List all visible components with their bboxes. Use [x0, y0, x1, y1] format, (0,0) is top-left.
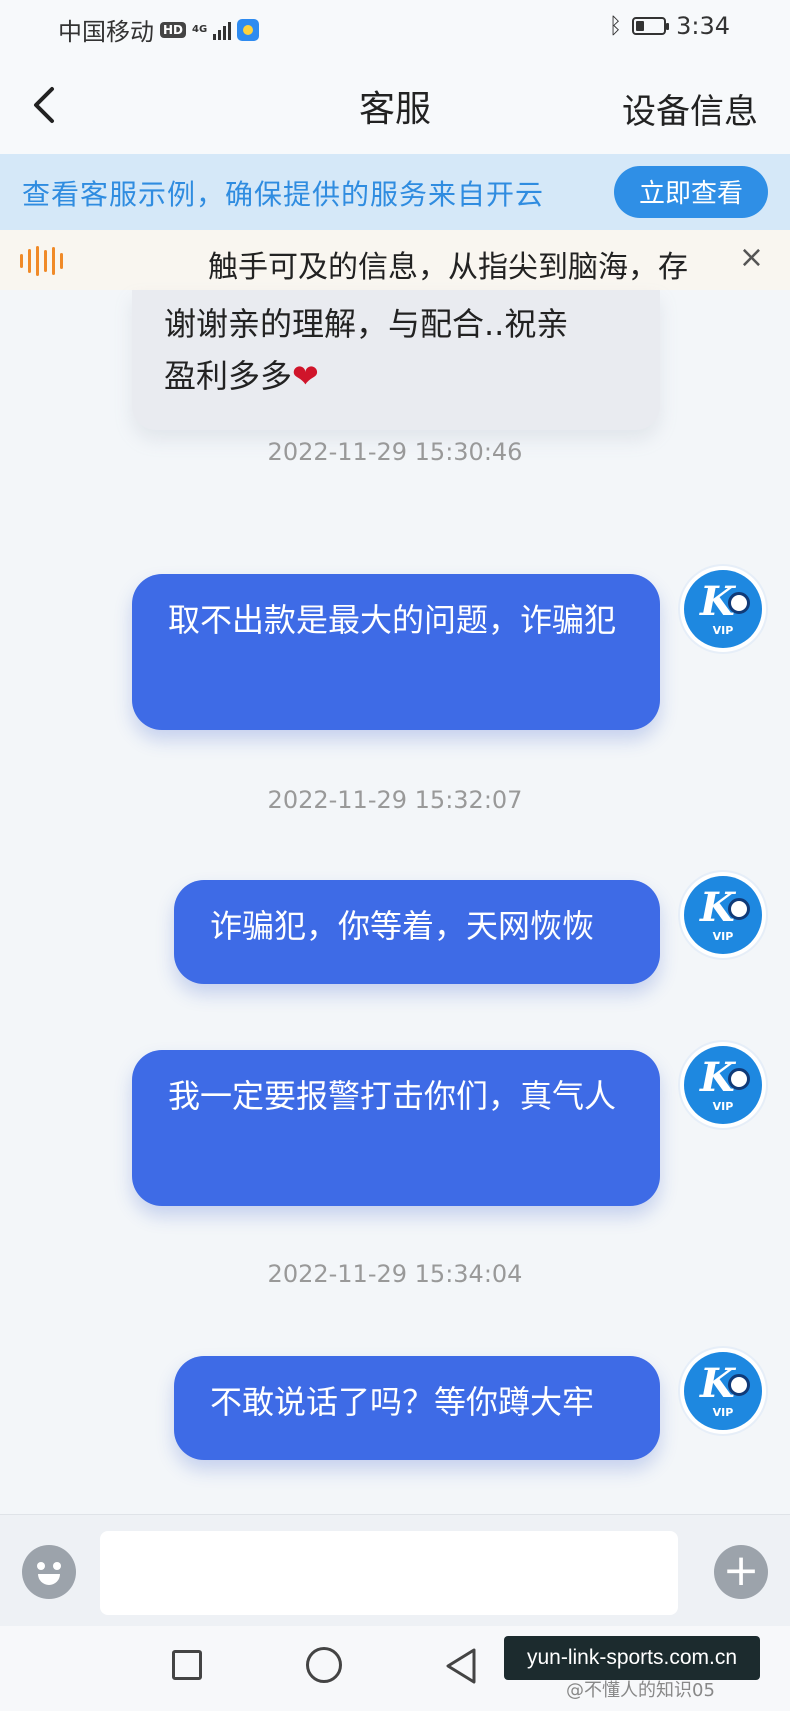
user-message-bubble[interactable]: 取不出款是最大的问题，诈骗犯 [132, 574, 660, 730]
carrier-label: 中国移动 [58, 18, 154, 46]
user-message-text: 诈骗犯，你等着，天网恢恢 [210, 907, 595, 945]
user-message-bubble[interactable]: 不敢说话了吗？等你蹲大牢 [174, 1356, 660, 1460]
message-timestamp: 2022-11-29 15:30:46 [267, 438, 523, 466]
user-message-bubble[interactable]: 诈骗犯，你等着，天网恢恢 [174, 880, 660, 984]
status-right: ᛒ 3:34 [609, 12, 730, 40]
header-bar: 客服 设备信息 [0, 56, 790, 154]
bluetooth-icon: ᛒ [608, 13, 623, 39]
status-left: 中国移动 HD 4G [58, 12, 260, 47]
weather-icon [237, 18, 260, 41]
signal-icon [213, 20, 232, 40]
battery-level [636, 21, 645, 31]
agent-message-line: 盈利多多 [164, 357, 293, 395]
network-type: 4G [192, 23, 208, 35]
message-timestamp: 2022-11-29 15:34:04 [267, 1260, 523, 1288]
home-icon[interactable] [306, 1647, 342, 1683]
avatar-logo: K VIP [684, 1352, 762, 1430]
vip-badge: VIP [712, 624, 734, 637]
plus-icon[interactable]: + [714, 1545, 768, 1599]
soccer-ball-icon [728, 592, 750, 614]
emoji-eye [53, 1562, 61, 1570]
soccer-ball-icon [728, 1068, 750, 1090]
avatar-logo: K VIP [684, 570, 762, 648]
agent-message-line: 谢谢亲的理解，与配合..祝亲 [164, 305, 569, 343]
device-info-button[interactable]: 设备信息 [622, 84, 758, 133]
soccer-ball-icon [728, 1374, 750, 1396]
composer-bar: + [0, 1514, 790, 1627]
emoji-icon[interactable] [22, 1545, 76, 1599]
recent-apps-icon[interactable] [172, 1650, 202, 1680]
user-message-bubble[interactable]: 我一定要报警打击你们，真气人 [132, 1050, 660, 1206]
back-triangle-icon[interactable] [444, 1646, 478, 1686]
user-message-text: 我一定要报警打击你们，真气人 [168, 1077, 617, 1115]
banner-text: 查看客服示例，确保提供的服务来自开云 [22, 178, 545, 211]
emoji-mouth [38, 1574, 60, 1585]
agent-message-text: 谢谢亲的理解，与配合..祝亲 盈利多多❤ [164, 298, 568, 402]
status-bar: 中国移动 HD 4G ᛒ 3:34 [0, 0, 790, 56]
user-message-text: 取不出款是最大的问题，诈骗犯 [168, 601, 617, 639]
agent-message-bubble: 谢谢亲的理解，与配合..祝亲 盈利多多❤ [132, 290, 660, 430]
status-time: 3:34 [676, 12, 730, 40]
user-message-text: 不敢说话了吗？等你蹲大牢 [210, 1383, 595, 1421]
avatar-logo: K VIP [684, 1046, 762, 1124]
message-timestamp: 2022-11-29 15:32:07 [267, 786, 523, 814]
notice-bar: 触手可及的信息，从指尖到脑海，存 × [0, 230, 790, 290]
heart-emoji: ❤ [292, 357, 319, 395]
hd-badge: HD [160, 21, 187, 38]
vip-badge: VIP [712, 930, 734, 943]
vip-badge: VIP [712, 1406, 734, 1419]
credit-watermark: @不懂人的知识05 [566, 1680, 715, 1701]
avatar[interactable]: K VIP [680, 1042, 766, 1128]
battery-icon [632, 17, 670, 35]
vip-badge: VIP [712, 1100, 734, 1113]
view-now-button[interactable]: 立即查看 [614, 166, 768, 218]
close-icon[interactable]: × [739, 240, 764, 275]
site-watermark: yun-link-sports.com.cn [504, 1636, 760, 1680]
avatar[interactable]: K VIP [680, 566, 766, 652]
notice-text: 触手可及的信息，从指尖到脑海，存 [208, 250, 688, 285]
message-input[interactable] [100, 1531, 678, 1615]
sound-wave-icon [20, 246, 63, 276]
avatar[interactable]: K VIP [680, 872, 766, 958]
emoji-eye [37, 1562, 45, 1570]
service-banner: 查看客服示例，确保提供的服务来自开云 立即查看 [0, 154, 790, 230]
avatar[interactable]: K VIP [680, 1348, 766, 1434]
avatar-logo: K VIP [684, 876, 762, 954]
soccer-ball-icon [728, 898, 750, 920]
